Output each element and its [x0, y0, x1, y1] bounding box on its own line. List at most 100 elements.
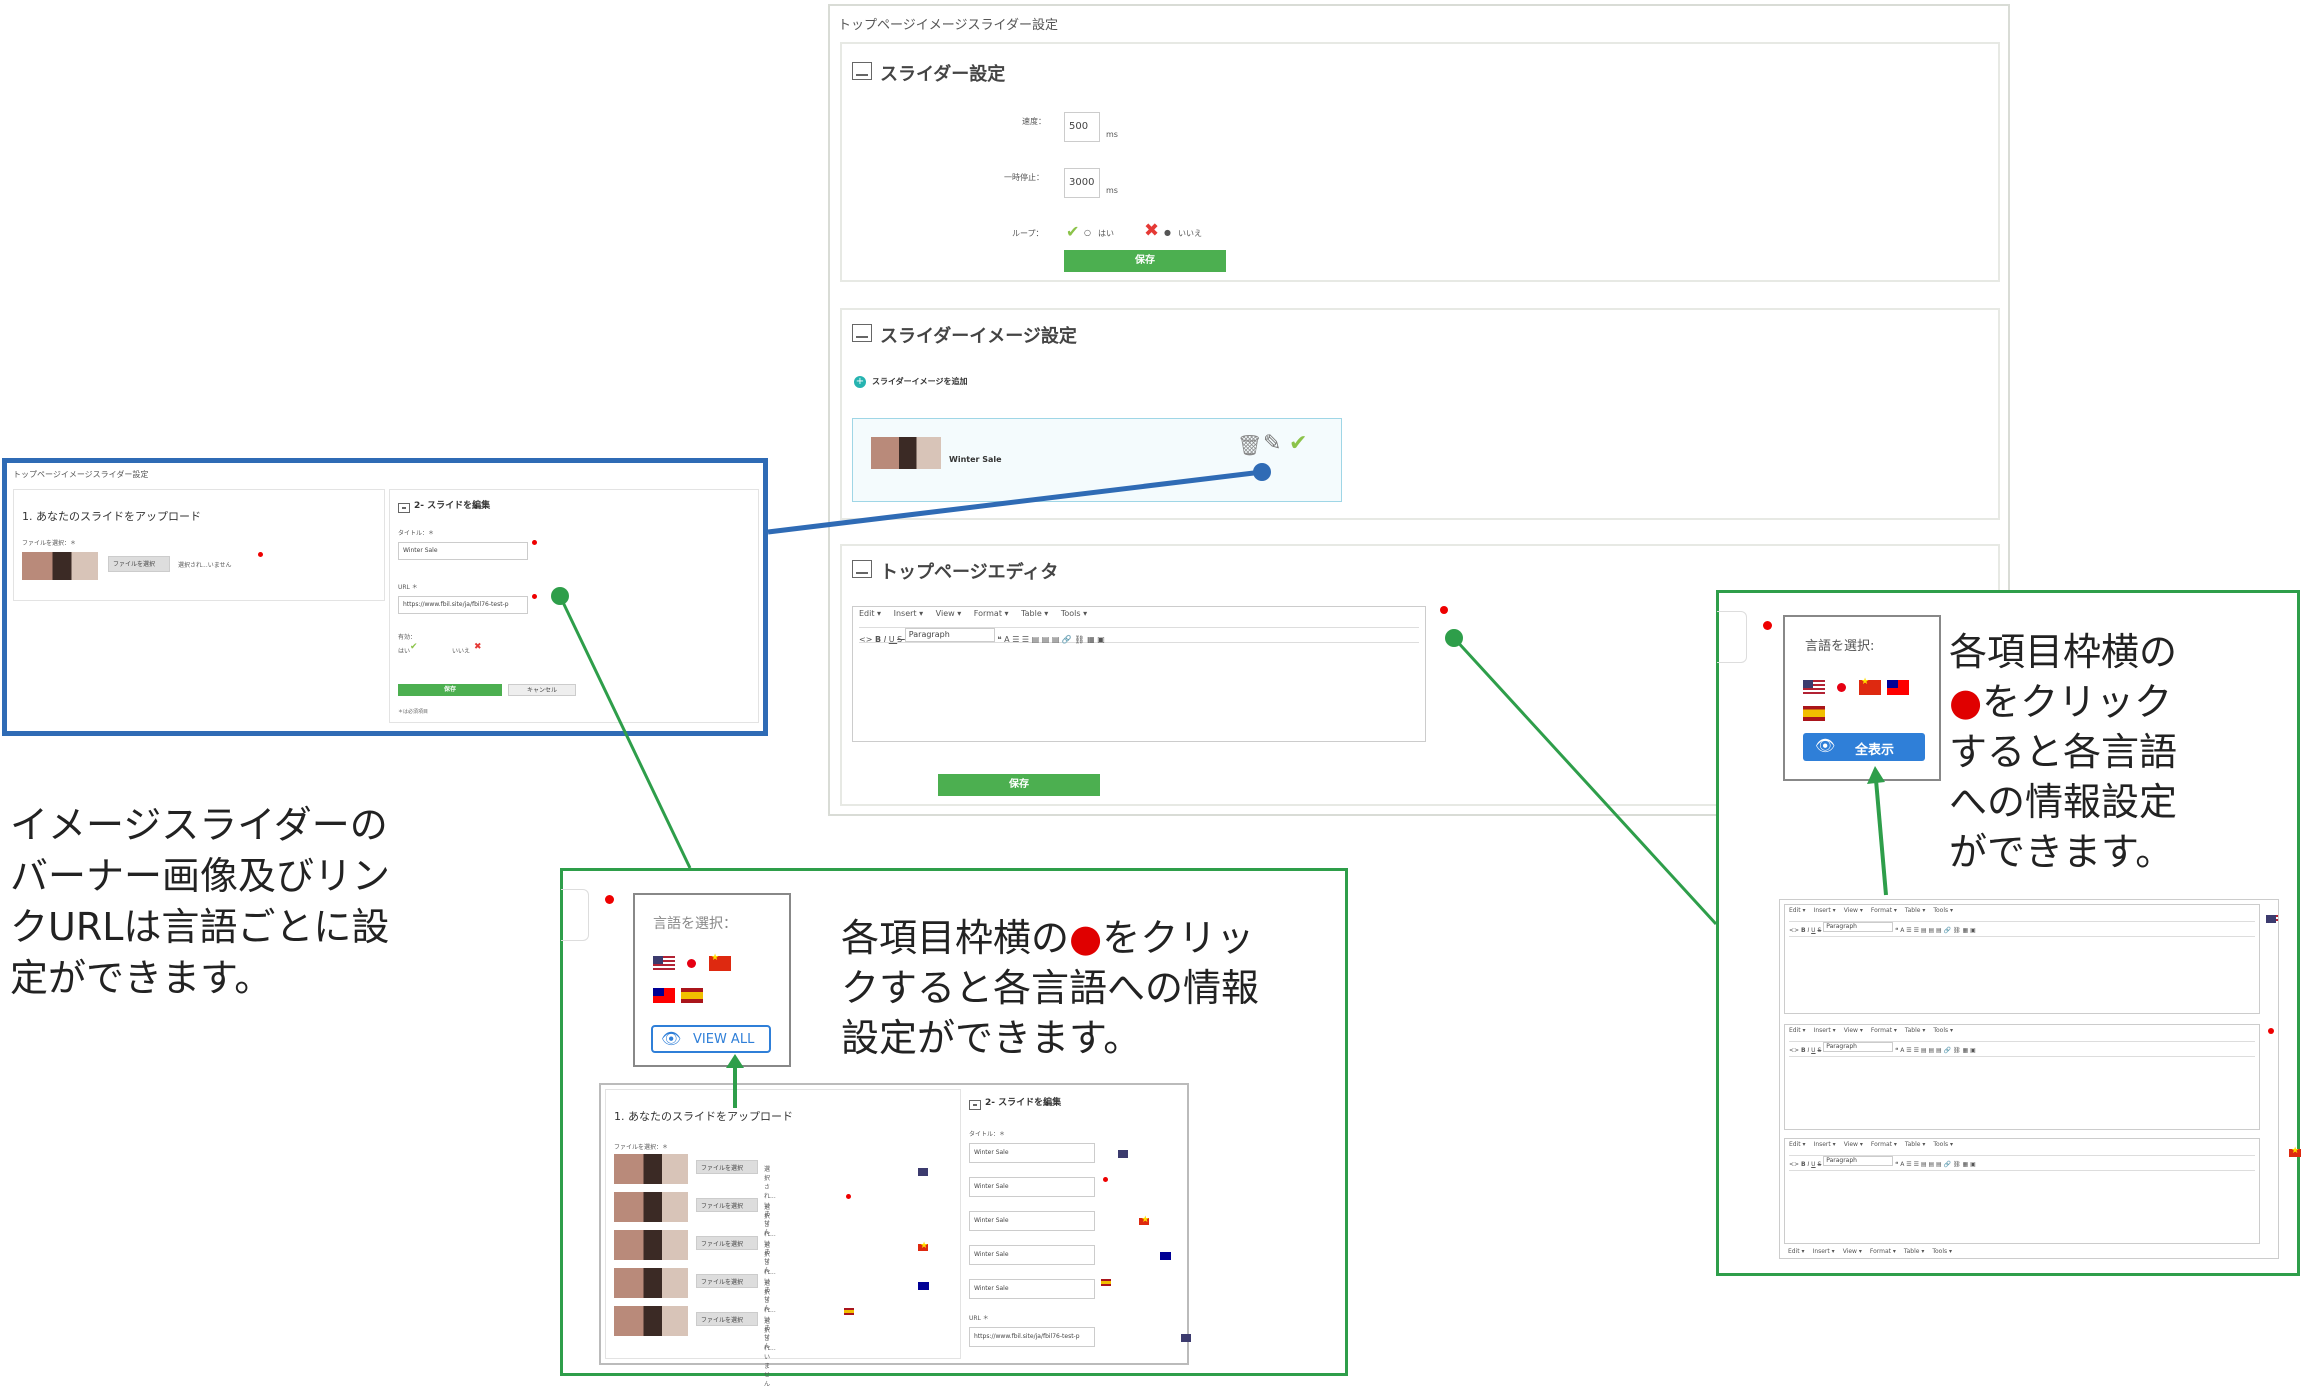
menu-format[interactable]: Format ▾ — [1871, 1141, 1897, 1148]
file-button[interactable]: ファイルを選択 — [108, 556, 170, 572]
jp-dot-icon[interactable] — [2268, 1028, 2274, 1034]
language-dot[interactable] — [532, 594, 537, 599]
title-input-es[interactable]: Winter Sale — [969, 1279, 1095, 1299]
menu-tools[interactable]: Tools ▾ — [1933, 907, 1953, 914]
menu-tools[interactable]: Tools ▾ — [1933, 1141, 1953, 1148]
menu-view[interactable]: View ▾ — [1843, 1248, 1862, 1255]
underline-icon[interactable]: U — [889, 635, 897, 644]
tw-flag-icon[interactable] — [653, 988, 675, 1003]
menu-format[interactable]: Format ▾ — [1871, 1027, 1897, 1034]
menu-tools[interactable]: Tools ▾ — [1933, 1027, 1953, 1034]
url-input[interactable]: https://www.fbil.site/ja/fbil76-test-p — [398, 596, 528, 614]
formatting-icons[interactable]: ❝ A ☰ ☰ ▤ ▤ ▤ 🔗 ⛓ ▦ ▣ — [997, 635, 1104, 644]
language-dot[interactable] — [532, 540, 537, 545]
editor-save-button[interactable]: 保存 — [938, 774, 1100, 796]
tw-flag-icon[interactable] — [1160, 1252, 1172, 1260]
slide-card[interactable]: Winter Sale 🗑 ✎ ✔ — [852, 418, 1342, 502]
menu-format[interactable]: Format ▾ — [974, 609, 1009, 618]
tw-flag-icon[interactable] — [918, 1281, 929, 1290]
tw-flag-icon[interactable] — [1887, 680, 1909, 695]
slider-save-button[interactable]: 保存 — [1064, 250, 1226, 272]
menu-table[interactable]: Table ▾ — [1905, 1027, 1925, 1034]
menu-insert[interactable]: Insert ▾ — [894, 609, 924, 618]
editor-jp[interactable]: Edit ▾ Insert ▾ View ▾ Format ▾ Table ▾ Tools… — [1784, 1024, 2260, 1130]
editor-en[interactable]: Edit ▾ Insert ▾ View ▾ Format ▾ Table ▾ Tools… — [1784, 904, 2260, 1014]
view-all-button[interactable]: 👁 全表示 — [1803, 733, 1925, 761]
menu-format[interactable]: Format ▾ — [1871, 907, 1897, 914]
language-dot[interactable] — [1440, 606, 1448, 614]
editor-box[interactable]: Edit ▾ Insert ▾ View ▾ Format ▾ Table ▾ … — [852, 606, 1426, 742]
add-circle-icon[interactable]: + — [854, 376, 866, 388]
strike-icon[interactable]: S — [897, 635, 905, 644]
loop-yes-radio[interactable]: ○ — [1084, 228, 1091, 237]
language-dot[interactable] — [1763, 621, 1772, 630]
us-flag-icon[interactable] — [918, 1167, 928, 1176]
format-select[interactable]: Paragraph — [1823, 1156, 1894, 1166]
file-button[interactable]: ファイルを選択 — [696, 1198, 758, 1212]
format-select[interactable]: Paragraph — [1823, 1042, 1894, 1052]
file-button[interactable]: ファイルを選択 — [696, 1274, 758, 1288]
jp-flag-icon[interactable] — [681, 956, 703, 971]
menu-edit[interactable]: Edit ▾ — [1789, 1141, 1806, 1148]
us-flag-icon[interactable] — [1803, 680, 1825, 695]
menu-edit[interactable]: Edit ▾ — [1789, 1027, 1806, 1034]
language-dot[interactable] — [605, 895, 614, 904]
cn-flag-icon[interactable] — [709, 953, 731, 971]
menu-view[interactable]: View ▾ — [1844, 1141, 1863, 1148]
active-no-label[interactable]: いいえ — [452, 646, 470, 655]
menu-view[interactable]: View ▾ — [936, 609, 962, 618]
file-button[interactable]: ファイルを選択 — [696, 1312, 758, 1326]
cn-flag-icon[interactable] — [918, 1241, 928, 1251]
check-icon[interactable]: ✔ — [1289, 431, 1307, 456]
format-select[interactable]: Paragraph — [1823, 922, 1894, 932]
us-flag-icon[interactable] — [2266, 914, 2278, 923]
title-input-jp[interactable]: Winter Sale — [969, 1177, 1095, 1197]
menu-table[interactable]: Table ▾ — [1021, 609, 1048, 618]
title-input[interactable]: Winter Sale — [398, 542, 528, 560]
menu-table[interactable]: Table ▾ — [1904, 1248, 1924, 1255]
menu-view[interactable]: View ▾ — [1844, 1027, 1863, 1034]
menu-view[interactable]: View ▾ — [1844, 907, 1863, 914]
pencil-icon[interactable]: ✎ — [1263, 431, 1281, 456]
left-save-button[interactable]: 保存 — [398, 684, 502, 696]
editor-cn[interactable]: Edit ▾ Insert ▾ View ▾ Format ▾ Table ▾ Tools… — [1784, 1138, 2260, 1244]
active-yes-label[interactable]: はい — [398, 646, 410, 655]
menu-tools[interactable]: Tools ▾ — [1932, 1248, 1952, 1255]
speed-input[interactable]: 500 — [1064, 112, 1100, 142]
menu-format[interactable]: Format ▾ — [1870, 1248, 1896, 1255]
file-button[interactable]: ファイルを選択 — [696, 1160, 758, 1174]
menu-insert[interactable]: Insert ▾ — [1814, 907, 1836, 914]
loop-no-radio[interactable]: ● — [1164, 228, 1171, 237]
menu-insert[interactable]: Insert ▾ — [1813, 1248, 1835, 1255]
cn-flag-icon[interactable] — [2289, 1146, 2302, 1157]
title-input-cn[interactable]: Winter Sale — [969, 1211, 1095, 1231]
cn-flag-icon[interactable] — [1139, 1215, 1149, 1225]
bold-icon[interactable]: B — [875, 635, 884, 644]
url-input-en[interactable]: https://www.fbil.site/ja/fbil76-test-p — [969, 1327, 1095, 1347]
language-dot[interactable] — [258, 552, 263, 557]
title-input-en[interactable]: Winter Sale — [969, 1143, 1095, 1163]
menu-insert[interactable]: Insert ▾ — [1814, 1027, 1836, 1034]
cn-flag-icon[interactable] — [1859, 677, 1881, 695]
menu-insert[interactable]: Insert ▾ — [1814, 1141, 1836, 1148]
jp-dot-icon[interactable] — [846, 1194, 851, 1199]
jp-flag-icon[interactable] — [1831, 680, 1853, 695]
us-flag-icon[interactable] — [653, 956, 675, 971]
view-all-button[interactable]: 👁 VIEW ALL — [651, 1025, 771, 1053]
title-input-tw[interactable]: Winter Sale — [969, 1245, 1095, 1265]
es-flag-icon[interactable] — [844, 1308, 854, 1315]
left-cancel-button[interactable]: キャンセル — [508, 684, 576, 696]
menu-edit[interactable]: Edit ▾ — [859, 609, 881, 618]
es-flag-icon[interactable] — [1101, 1279, 1111, 1286]
file-button[interactable]: ファイルを選択 — [696, 1236, 758, 1250]
us-flag-icon[interactable] — [1118, 1150, 1129, 1158]
code-icon[interactable]: <> — [859, 635, 875, 644]
menu-table[interactable]: Table ▾ — [1905, 907, 1925, 914]
pause-input[interactable]: 3000 — [1064, 168, 1100, 198]
menu-edit[interactable]: Edit ▾ — [1789, 907, 1806, 914]
us-flag-icon[interactable] — [1181, 1334, 1192, 1342]
menu-edit[interactable]: Edit ▾ — [1788, 1248, 1805, 1255]
jp-dot-icon[interactable] — [1103, 1177, 1108, 1182]
format-select[interactable]: Paragraph — [904, 628, 995, 642]
menu-tools[interactable]: Tools ▾ — [1061, 609, 1087, 618]
